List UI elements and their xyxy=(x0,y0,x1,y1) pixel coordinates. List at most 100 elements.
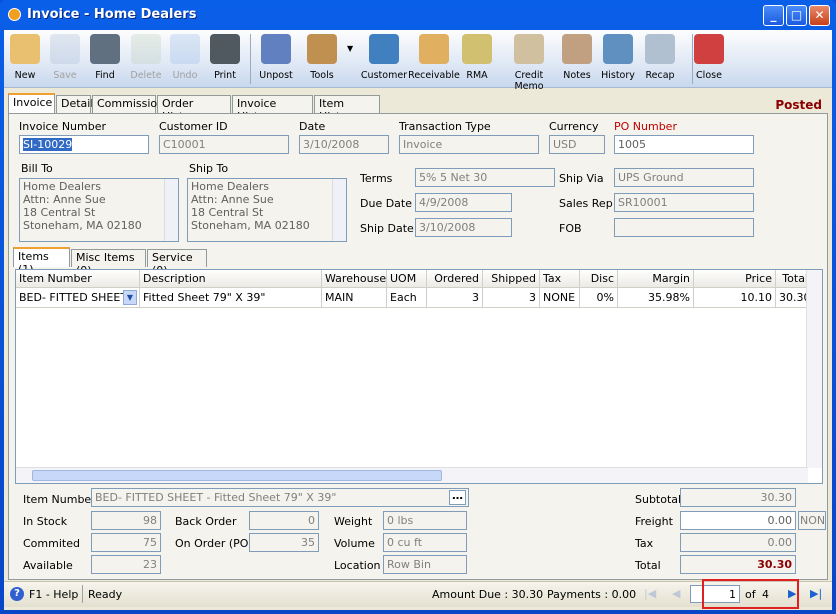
freight-field[interactable]: 0.00 xyxy=(680,511,796,530)
tools-dropdown-arrow-icon[interactable]: ▼ xyxy=(347,44,353,53)
toolbar-button-new[interactable]: New xyxy=(8,32,42,81)
table-cell[interactable]: 35.98% xyxy=(618,288,694,308)
column-header[interactable]: Shipped xyxy=(483,270,540,288)
toolbar-label: Delete xyxy=(130,70,162,81)
bill-to-address[interactable]: Home Dealers Attn: Anne Sue 18 Central St S… xyxy=(19,178,179,242)
column-header[interactable]: Item Number xyxy=(16,270,140,288)
table-cell[interactable]: NONE xyxy=(540,288,580,308)
tab-item-history[interactable]: Item History xyxy=(314,95,380,123)
column-header[interactable]: Tax xyxy=(540,270,580,288)
tab-invoice-history[interactable]: Invoice History xyxy=(232,95,313,123)
weight-field: 0 lbs xyxy=(383,511,467,530)
location-label: Location xyxy=(334,559,381,572)
client-area: New Save Find Delete Undo Print Unpost Tools Cus… xyxy=(4,30,832,610)
item-tab-1[interactable]: Misc Items (0) xyxy=(71,249,146,277)
item-tab-2[interactable]: Service (0) xyxy=(147,249,207,277)
freight-code-field[interactable]: NON xyxy=(798,511,826,530)
item-tab-0[interactable]: Items (1) xyxy=(13,247,70,276)
bill-to-label: Bill To xyxy=(21,162,53,175)
sales-rep-field[interactable]: SR10001 xyxy=(614,193,754,212)
minimize-button[interactable]: _ xyxy=(763,5,784,26)
toolbar-button-rma[interactable]: RMA xyxy=(460,32,494,81)
tab-invoice[interactable]: Invoice xyxy=(8,93,55,113)
ship-date-field[interactable]: 3/10/2008 xyxy=(415,218,512,237)
volume-field: 0 cu ft xyxy=(383,533,467,552)
transaction-type-label: Transaction Type xyxy=(399,120,491,133)
toolbar-label: RMA xyxy=(466,70,488,81)
help-icon: ? xyxy=(10,587,24,601)
window-close-button[interactable]: ✕ xyxy=(809,5,830,26)
toolbar-button-delete[interactable]: Delete xyxy=(128,32,164,81)
previous-record-button[interactable]: ◀ xyxy=(672,587,680,600)
tab-order-history[interactable]: Order History xyxy=(157,95,231,123)
toolbar-button-notes[interactable]: Notes xyxy=(560,32,594,81)
fob-label: FOB xyxy=(559,222,582,235)
table-cell[interactable]: BED- FITTED SHEET ▼ xyxy=(16,288,140,308)
table-cell[interactable]: 3 xyxy=(427,288,483,308)
tab-detail[interactable]: Detail xyxy=(56,95,93,113)
status-badge: Posted xyxy=(775,98,822,112)
column-header[interactable]: Price xyxy=(694,270,776,288)
scrollbar-thumb[interactable] xyxy=(32,470,442,481)
toolbar-button-save[interactable]: Save xyxy=(48,32,82,81)
volume-label: Volume xyxy=(334,537,375,550)
bill-to-scrollbar[interactable] xyxy=(164,179,178,241)
customer-id-field[interactable]: C10001 xyxy=(159,135,289,154)
status-text: Ready xyxy=(88,588,123,601)
invoice-number-value: SI-10029 xyxy=(23,138,73,151)
ship-to-address[interactable]: Home Dealers Attn: Anne Sue 18 Central St S… xyxy=(187,178,347,242)
table-cell[interactable]: 0% xyxy=(580,288,618,308)
maximize-button[interactable]: □ xyxy=(786,5,807,26)
date-field[interactable]: 3/10/2008 xyxy=(299,135,389,154)
currency-field[interactable]: USD xyxy=(549,135,605,154)
grid-vertical-scrollbar[interactable] xyxy=(806,270,822,468)
table-cell[interactable]: 10.10 xyxy=(694,288,776,308)
toolbar-button-print[interactable]: Print xyxy=(208,32,242,81)
invoice-number-label: Invoice Number xyxy=(19,120,107,133)
column-header[interactable]: Margin xyxy=(618,270,694,288)
column-header[interactable]: Description xyxy=(140,270,322,288)
first-record-button[interactable]: |◀ xyxy=(644,587,656,600)
toolbar-button-close[interactable]: Close xyxy=(692,32,726,81)
po-number-field[interactable]: 1005 xyxy=(614,135,754,154)
item-number-field[interactable]: BED- FITTED SHEET - Fitted Sheet 79" X 3… xyxy=(91,488,469,507)
toolbar: New Save Find Delete Undo Print Unpost Tools Cus… xyxy=(4,30,832,92)
toolbar-label: Save xyxy=(53,70,77,81)
toolbar-button-history[interactable]: History xyxy=(600,32,636,81)
column-header[interactable]: Warehouse xyxy=(322,270,387,288)
column-header[interactable]: Disc xyxy=(580,270,618,288)
invoice-number-field[interactable]: SI-10029 xyxy=(19,135,149,154)
toolbar-button-customer[interactable]: Customer xyxy=(358,32,410,81)
column-header[interactable]: Ordered xyxy=(427,270,483,288)
toolbar-button-unpost[interactable]: Unpost xyxy=(256,32,296,81)
item-dropdown-icon[interactable]: ▼ xyxy=(123,290,137,305)
toolbar-label: Print xyxy=(214,70,236,81)
fob-field[interactable] xyxy=(614,218,754,237)
table-cell[interactable]: Fitted Sheet 79" X 39" xyxy=(140,288,322,308)
items-grid: Item Number Description Warehouse UOM Ordere… xyxy=(15,269,823,484)
toolbar-button-tools[interactable]: Tools xyxy=(302,32,342,81)
new-document-icon xyxy=(10,34,40,64)
toolbar-button-undo[interactable]: Undo xyxy=(168,32,202,81)
toolbar-button-find[interactable]: Find xyxy=(88,32,122,81)
ship-via-field[interactable]: UPS Ground xyxy=(614,168,754,187)
available-field: 23 xyxy=(91,555,161,574)
table-cell[interactable]: Each xyxy=(387,288,427,308)
ship-to-scrollbar[interactable] xyxy=(332,179,346,241)
transaction-type-field[interactable]: Invoice xyxy=(399,135,539,154)
ellipsis-button[interactable]: … xyxy=(449,490,466,505)
tab-commission[interactable]: Commission xyxy=(92,95,164,113)
last-record-button[interactable]: ▶| xyxy=(810,587,822,600)
terms-field[interactable]: 5% 5 Net 30 xyxy=(415,168,555,187)
toolbar-button-recap[interactable]: Recap xyxy=(642,32,678,81)
column-header[interactable]: UOM xyxy=(387,270,427,288)
toolbar-button-credit-memo[interactable]: Credit Memo xyxy=(500,32,558,92)
table-cell[interactable]: MAIN xyxy=(322,288,387,308)
toolbar-separator xyxy=(692,34,693,84)
due-date-field[interactable]: 4/9/2008 xyxy=(415,193,512,212)
toolbar-button-receivable[interactable]: Receivable xyxy=(408,32,460,81)
table-cell[interactable]: 3 xyxy=(483,288,540,308)
location-field: Row Bin xyxy=(383,555,467,574)
help-label[interactable]: F1 - Help xyxy=(29,588,78,601)
grid-horizontal-scrollbar[interactable] xyxy=(16,467,808,483)
